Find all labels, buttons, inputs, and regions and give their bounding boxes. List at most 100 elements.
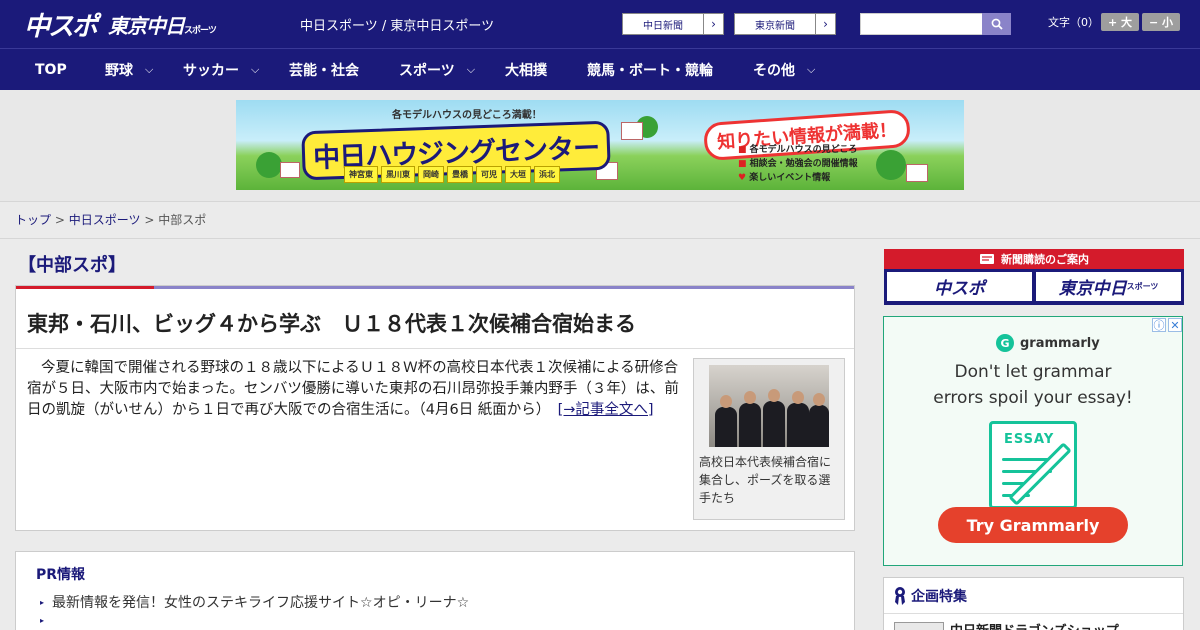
pr-item[interactable]: ▸ 最新情報を発信！女性のステキライフ応援サイト☆オピ・リーナ☆	[40, 592, 469, 612]
book-icon: ■	[738, 159, 747, 169]
feature-box: 企画特集 中日新聞ドラゴンズショップ	[883, 577, 1184, 630]
chevron-right-icon: ›	[703, 14, 723, 34]
photo-caption: 高校日本代表候補合宿に集合し、ポーズを取る選手たち	[699, 455, 832, 505]
tree-illustration	[876, 150, 906, 180]
person-head	[792, 391, 804, 404]
housing-center-ad-banner[interactable]: 各モデルハウスの見どころ満載！ 中日ハウジングセンター 知りたい情報が満載！ ■…	[236, 100, 964, 190]
divider	[0, 238, 1200, 239]
subscription-header: 新聞購読のご案内	[884, 249, 1184, 269]
font-larger-button[interactable]: + 大	[1101, 13, 1139, 31]
person-head	[720, 395, 732, 408]
article-card: 東邦・石川、ビッグ４から学ぶ Ｕ１８代表１次候補合宿始まる 今夏に韓国で開催され…	[15, 285, 855, 531]
close-icon[interactable]: ✕	[1168, 318, 1182, 332]
nav-item-sumo[interactable]: 大相撲	[505, 49, 547, 91]
nav-item-other[interactable]: その他 ⌵	[753, 49, 815, 91]
chunichi-shimbun-link[interactable]: 中日新聞 ›	[622, 13, 724, 35]
nav-item-top[interactable]: TOP	[35, 49, 67, 91]
chevron-down-icon: ⌵	[251, 63, 260, 76]
banner-top-text: 各モデルハウスの見どころ満載！	[392, 110, 542, 121]
heart-icon: ♥	[738, 173, 747, 183]
grammarly-ad[interactable]: ⓘ ✕ G grammarly Don't let grammar errors…	[883, 316, 1183, 566]
person-figure	[787, 403, 809, 447]
site-title: 中日スポーツ / 東京中日スポーツ	[300, 19, 495, 34]
banner-city: 神宮東	[344, 166, 378, 183]
person-head	[768, 389, 780, 402]
chevron-down-icon: ⌵	[466, 63, 476, 76]
house-icon: ■	[738, 145, 747, 155]
article-body: 今夏に韓国で開催される野球の１８歳以下によるＵ１８Ｗ杯の高校日本代表１次候補によ…	[27, 358, 687, 421]
nav-item-soccer[interactable]: サッカー ⌵	[183, 49, 259, 91]
banner-info: ■ 各モデルハウスの見どころ	[738, 145, 858, 155]
banner-area: 各モデルハウスの見どころ満載！ 中日ハウジングセンター 知りたい情報が満載！ ■…	[0, 90, 1200, 202]
person-figure	[809, 405, 829, 447]
divider	[884, 613, 1183, 614]
chevron-right-icon: ›	[815, 14, 835, 34]
try-grammarly-button[interactable]: Try Grammarly	[938, 507, 1128, 543]
banner-city: 浜北	[534, 166, 560, 183]
person-figure	[763, 401, 785, 447]
nav-item-entertainment[interactable]: 芸能・社会	[289, 49, 359, 91]
font-smaller-button[interactable]: − 小	[1142, 13, 1180, 31]
grammarly-logo: G grammarly	[996, 334, 1100, 352]
chevron-down-icon: ⌵	[145, 63, 154, 76]
logo-chunichi-sports: 中スポ	[24, 11, 98, 42]
banner-city: 可児	[476, 166, 502, 183]
ribbon-icon	[895, 587, 905, 605]
nav-item-racing[interactable]: 競馬・ボート・競輪	[587, 49, 713, 91]
section-label: 【中部スポ】	[18, 255, 126, 276]
banner-city: 黒川東	[381, 166, 415, 183]
banner-city: 豊橋	[447, 166, 473, 183]
read-more-link[interactable]: [→記事全文へ]	[558, 402, 654, 418]
breadcrumb-chunichi-sports[interactable]: 中日スポーツ	[69, 213, 141, 227]
chevron-down-icon: ⌵	[807, 63, 816, 76]
banner-city: 岡崎	[418, 166, 444, 183]
banner-city: 大垣	[505, 166, 531, 183]
banner-info: ♥ 楽しいイベント情報	[738, 173, 831, 183]
font-size-label: 文字（0）	[1048, 16, 1099, 29]
tokyo-shimbun-link[interactable]: 東京新聞 ›	[734, 13, 836, 35]
article-title: 東邦・石川、ビッグ４から学ぶ Ｕ１８代表１次候補合宿始まる	[27, 312, 636, 336]
feature-title: 企画特集	[894, 586, 967, 606]
person-figure	[715, 407, 737, 447]
pr-box: PR情報 ▸ 最新情報を発信！女性のステキライフ応援サイト☆オピ・リーナ☆ ▸	[15, 551, 855, 630]
site-logo[interactable]: 中スポ 東京中日スポーツ	[24, 8, 217, 42]
breadcrumb-current: 中部スポ	[158, 213, 207, 227]
subscribe-chunichi-sports-button[interactable]: 中スポ	[887, 272, 1032, 301]
site-header: 中スポ 東京中日スポーツ 中日スポーツ / 東京中日スポーツ 中日新聞 › 東京…	[0, 0, 1200, 48]
breadcrumb: トップ > 中日スポーツ > 中部スポ	[15, 213, 207, 227]
breadcrumb-top[interactable]: トップ	[15, 213, 51, 227]
grammarly-icon: G	[996, 334, 1014, 352]
search-input[interactable]	[860, 13, 982, 35]
subscription-box: 新聞購読のご案内 中スポ 東京中日 スポーツ	[884, 249, 1184, 305]
logo-tokyo-chunichi: 東京中日スポーツ	[108, 13, 217, 38]
essay-document-icon: ESSAY	[989, 421, 1077, 509]
newspaper-icon	[980, 254, 994, 264]
main-nav: TOP 野球 ⌵ サッカー ⌵ 芸能・社会 スポーツ ⌵ 大相撲 競馬・ボート・競輪 …	[0, 48, 1200, 90]
house-illustration	[280, 162, 300, 178]
house-illustration	[621, 122, 643, 140]
search-button[interactable]	[982, 13, 1011, 35]
person-head	[744, 391, 756, 404]
ad-info-icon[interactable]: ⓘ	[1152, 318, 1166, 332]
feature-thumbnail[interactable]	[894, 622, 944, 630]
article-photo[interactable]	[709, 365, 829, 447]
pr-title: PR情報	[36, 567, 86, 583]
person-head	[813, 393, 825, 406]
divider	[16, 348, 854, 349]
banner-city-list: 神宮東 黒川東 岡崎 豊橋 可児 大垣 浜北	[344, 166, 560, 183]
house-illustration	[906, 164, 928, 182]
nav-item-baseball[interactable]: 野球 ⌵	[105, 49, 153, 91]
feature-item-dragons-shop[interactable]: 中日新聞ドラゴンズショップ	[950, 620, 1119, 630]
ad-headline: Don't let grammar errors spoil your essa…	[933, 362, 1133, 408]
search-icon	[991, 18, 1003, 30]
bullet-icon: ▸	[40, 597, 45, 607]
tree-illustration	[256, 152, 282, 178]
nav-item-sports[interactable]: スポーツ ⌵	[399, 49, 475, 91]
pr-item[interactable]: ▸	[40, 616, 52, 625]
subscribe-tokyo-chunichi-button[interactable]: 東京中日 スポーツ	[1036, 272, 1181, 301]
person-figure	[739, 403, 761, 447]
bullet-icon: ▸	[40, 616, 45, 625]
article-topbar-accent	[16, 286, 154, 289]
banner-info: ■ 相談会・勉強会の開催情報	[738, 159, 858, 169]
article-photo-box: 高校日本代表候補合宿に集合し、ポーズを取る選手たち	[693, 358, 845, 520]
